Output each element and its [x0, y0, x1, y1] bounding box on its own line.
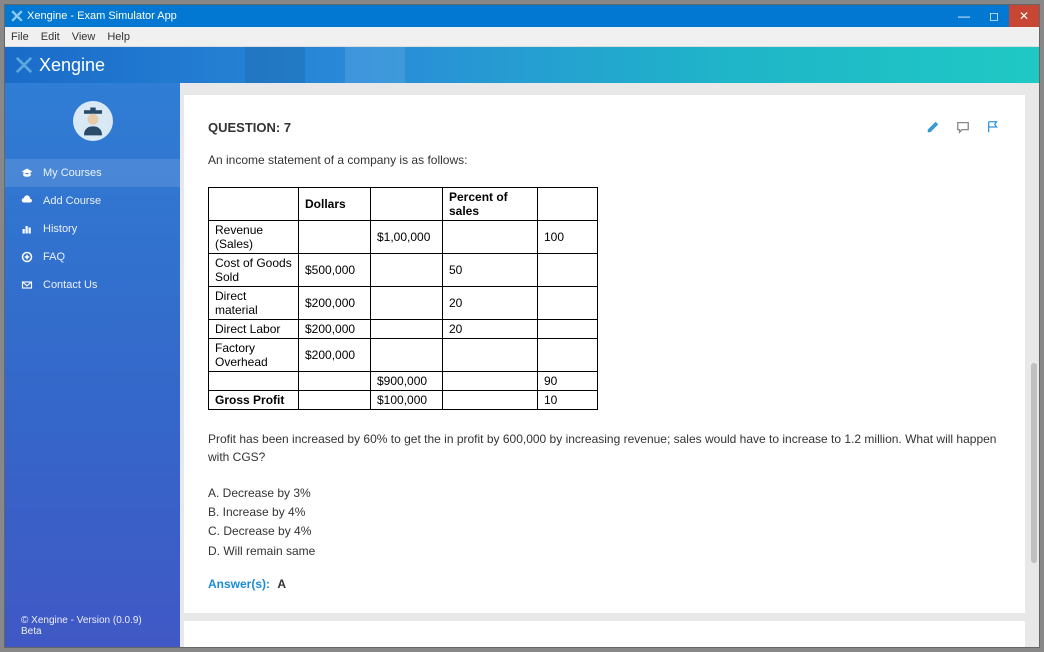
table-row: Direct Labor $200,000 20 — [209, 320, 598, 339]
flag-button[interactable] — [985, 119, 1001, 135]
brand-logo: Xengine — [15, 55, 105, 76]
question-header: QUESTION: 8 — [208, 645, 1001, 647]
table-row: Direct material $200,000 20 — [209, 287, 598, 320]
app-window: Xengine - Exam Simulator App — ◻ ✕ File … — [4, 4, 1040, 648]
minimize-button[interactable]: — — [949, 5, 979, 27]
sidebar-item-label: History — [43, 223, 77, 235]
question-title: QUESTION: 8 — [208, 645, 291, 647]
question-text: Profit has been increased by 60% to get … — [208, 430, 1001, 466]
choice: C. Decrease by 4% — [208, 522, 1001, 541]
header-band: Xengine — [5, 47, 1039, 83]
flag-button[interactable] — [985, 645, 1001, 647]
app-body: My Courses Add Course History — [5, 83, 1039, 647]
sidebar-item-label: FAQ — [43, 251, 65, 263]
question-actions — [925, 645, 1001, 647]
sidebar-item-history[interactable]: History — [5, 215, 180, 243]
table-row: Factory Overhead $200,000 — [209, 339, 598, 372]
close-button[interactable]: ✕ — [1009, 5, 1039, 27]
comment-button[interactable] — [955, 119, 971, 135]
cloud-download-icon — [21, 195, 33, 207]
graduation-cap-icon — [21, 167, 33, 179]
choice: D. Will remain same — [208, 542, 1001, 561]
question-actions — [925, 119, 1001, 135]
menu-help[interactable]: Help — [107, 31, 130, 43]
comment-button[interactable] — [955, 645, 971, 647]
scrollbar-thumb[interactable] — [1031, 363, 1037, 563]
answer-value: A — [277, 577, 286, 591]
edit-button[interactable] — [925, 645, 941, 647]
sidebar-item-add-course[interactable]: Add Course — [5, 187, 180, 215]
question-header: QUESTION: 7 — [208, 119, 1001, 135]
sidebar-item-label: Add Course — [43, 195, 101, 207]
avatar[interactable] — [73, 101, 113, 141]
table-header — [538, 188, 598, 221]
question-intro: An income statement of a company is as f… — [208, 151, 1001, 169]
table-row: Cost of Goods Sold $500,000 50 — [209, 254, 598, 287]
menu-edit[interactable]: Edit — [41, 31, 60, 43]
table-header — [209, 188, 299, 221]
titlebar: Xengine - Exam Simulator App — ◻ ✕ — [5, 5, 1039, 27]
plus-circle-icon — [21, 251, 33, 263]
window-title: Xengine - Exam Simulator App — [27, 10, 949, 22]
table-row: Revenue (Sales) $1,00,000 100 — [209, 221, 598, 254]
sidebar-item-label: Contact Us — [43, 279, 97, 291]
logo-icon — [15, 56, 33, 74]
income-statement-table: Dollars Percent of sales Revenue (Sales)… — [208, 187, 598, 410]
answer-row: Answer(s): A — [208, 577, 1001, 591]
avatar-section — [5, 83, 180, 159]
brand-name: Xengine — [39, 55, 105, 76]
table-header: Percent of sales — [443, 188, 538, 221]
sidebar-nav: My Courses Add Course History — [5, 159, 180, 605]
maximize-button[interactable]: ◻ — [979, 5, 1009, 27]
sidebar-footer: © Xengine - Version (0.0.9) Beta — [5, 605, 180, 647]
question-card: QUESTION: 7 An income statement of a c — [184, 95, 1025, 613]
answer-label: Answer(s): — [208, 577, 270, 591]
table-header: Dollars — [299, 188, 371, 221]
question-card: QUESTION: 8 By using following product — [184, 621, 1025, 647]
content-area[interactable]: QUESTION: 7 An income statement of a c — [180, 83, 1039, 647]
menu-file[interactable]: File — [11, 31, 29, 43]
envelope-icon — [21, 279, 33, 291]
choice: A. Decrease by 3% — [208, 484, 1001, 503]
sidebar: My Courses Add Course History — [5, 83, 180, 647]
sidebar-item-my-courses[interactable]: My Courses — [5, 159, 180, 187]
window-controls: — ◻ ✕ — [949, 5, 1039, 27]
answer-choices: A. Decrease by 3% B. Increase by 4% C. D… — [208, 484, 1001, 561]
question-title: QUESTION: 7 — [208, 120, 291, 135]
app-icon — [11, 10, 23, 22]
table-row: Gross Profit $100,000 10 — [209, 391, 598, 410]
chart-icon — [21, 223, 33, 235]
menubar: File Edit View Help — [5, 27, 1039, 47]
menu-view[interactable]: View — [72, 31, 96, 43]
sidebar-item-faq[interactable]: FAQ — [5, 243, 180, 271]
sidebar-item-label: My Courses — [43, 167, 102, 179]
choice: B. Increase by 4% — [208, 503, 1001, 522]
table-header — [371, 188, 443, 221]
edit-button[interactable] — [925, 119, 941, 135]
sidebar-item-contact[interactable]: Contact Us — [5, 271, 180, 299]
table-row: $900,000 90 — [209, 372, 598, 391]
